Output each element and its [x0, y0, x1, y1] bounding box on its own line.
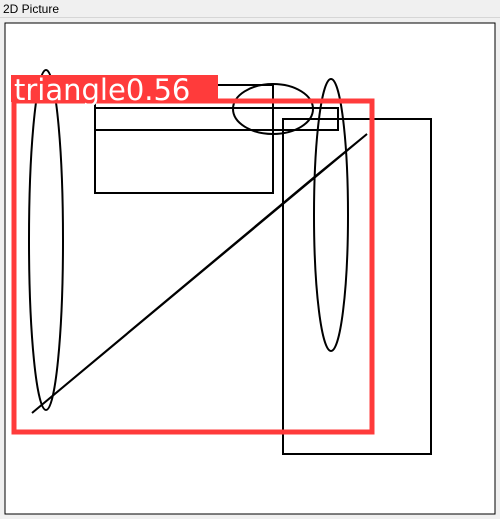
detection-score: 0.56 [126, 73, 191, 107]
picture-frame: triangle0.56 [0, 18, 500, 519]
detection-class-name: triangle [14, 73, 126, 107]
title-bar: 2D Picture [0, 0, 500, 18]
app-window: 2D Picture triangle0.56 [0, 0, 500, 519]
detection-label-text: triangle0.56 [14, 73, 190, 107]
window-title: 2D Picture [3, 2, 60, 16]
picture-canvas[interactable]: triangle0.56 [0, 18, 500, 519]
